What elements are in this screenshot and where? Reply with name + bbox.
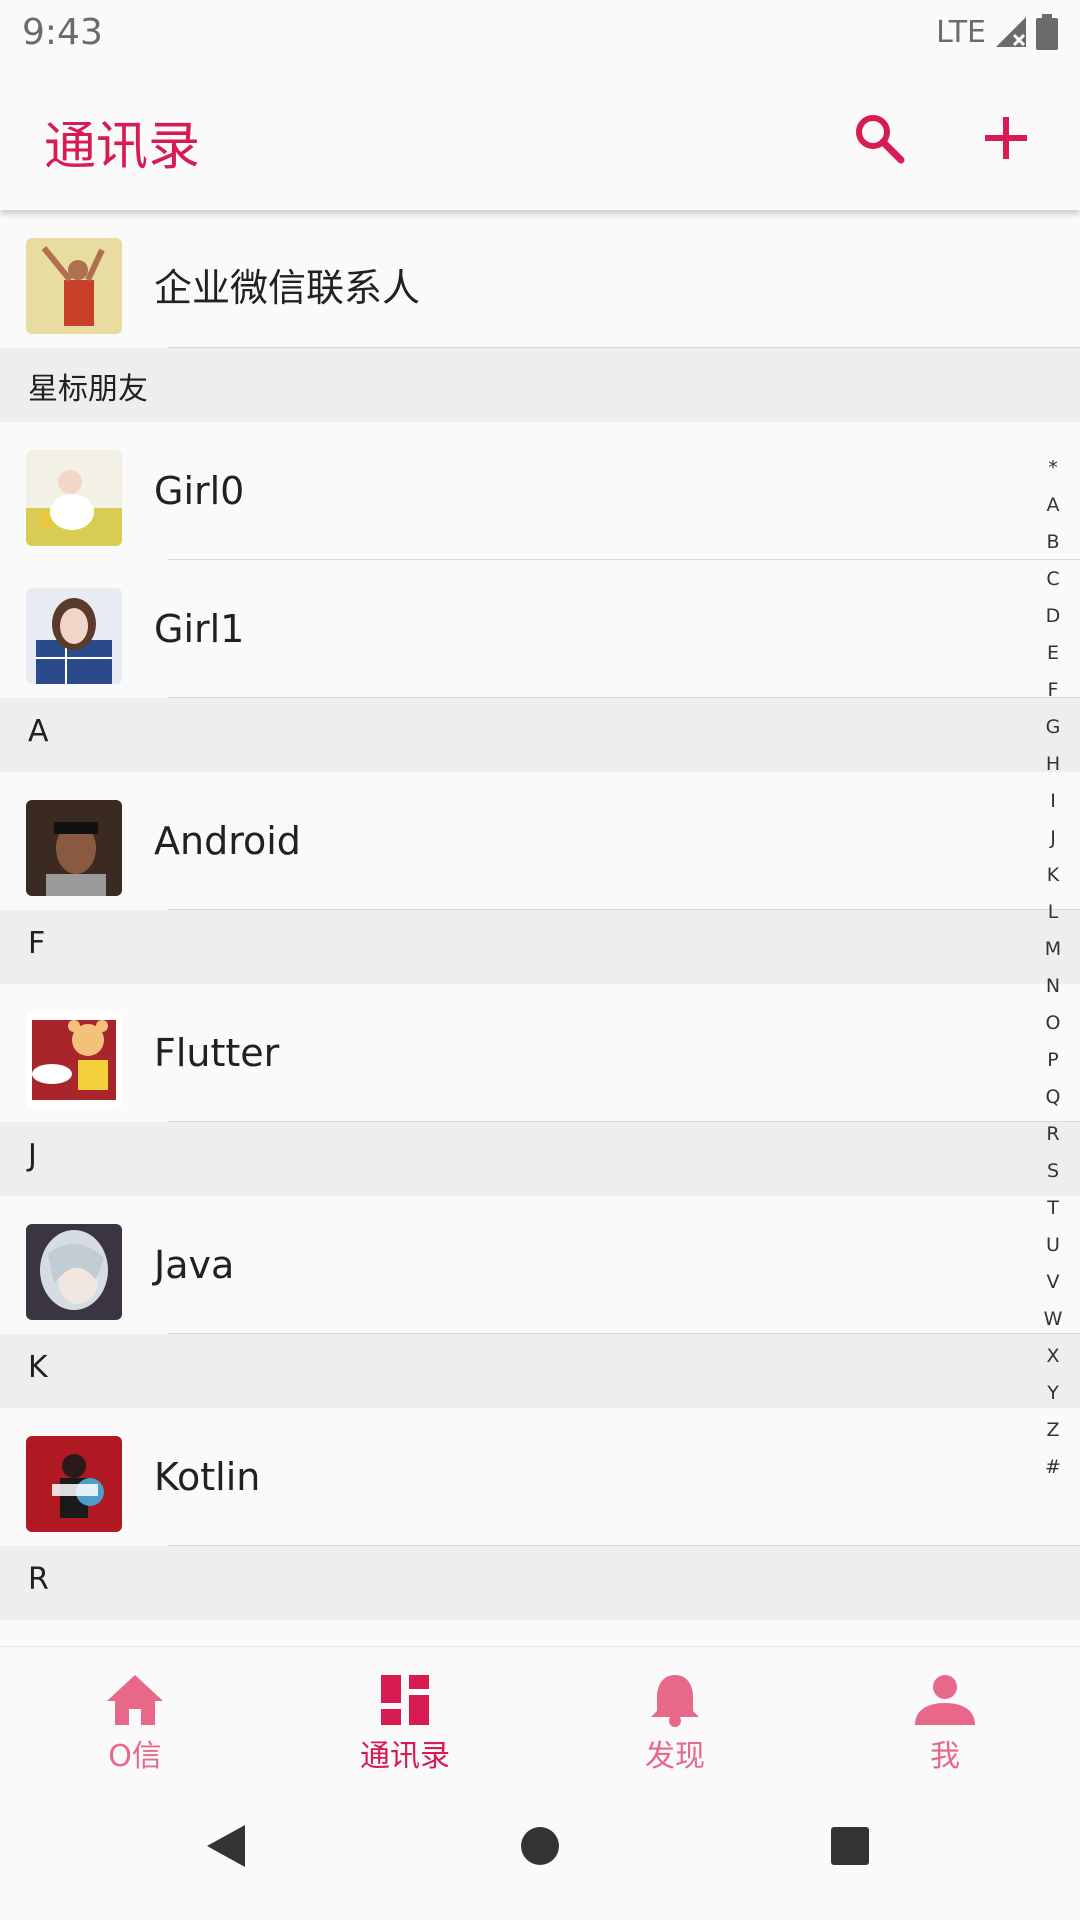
index-letter[interactable]: Y bbox=[1040, 1375, 1066, 1412]
index-letter[interactable]: N bbox=[1040, 968, 1066, 1005]
index-letter[interactable]: R bbox=[1040, 1116, 1066, 1153]
recents-button[interactable] bbox=[814, 1810, 886, 1882]
list-item[interactable]: Kotlin bbox=[0, 1408, 1080, 1546]
contact-name: Android bbox=[154, 819, 301, 863]
index-letter[interactable]: O bbox=[1040, 1005, 1066, 1042]
search-button[interactable] bbox=[843, 102, 915, 174]
index-letter[interactable]: X bbox=[1040, 1338, 1066, 1375]
avatar bbox=[26, 588, 122, 684]
recents-icon bbox=[831, 1827, 869, 1865]
nav-label: 我 bbox=[930, 1739, 960, 1774]
status-indicators: LTE bbox=[936, 12, 1058, 52]
index-letter[interactable]: E bbox=[1040, 635, 1066, 672]
index-letter[interactable]: G bbox=[1040, 709, 1066, 746]
person-icon bbox=[915, 1675, 975, 1725]
search-icon bbox=[856, 115, 905, 164]
section-header-label: F bbox=[28, 926, 46, 961]
section-header: K bbox=[0, 1334, 1080, 1408]
index-letter[interactable]: # bbox=[1040, 1449, 1066, 1486]
home-circle-icon bbox=[521, 1827, 559, 1865]
index-letter[interactable]: S bbox=[1040, 1153, 1066, 1190]
app-bar: 通讯录 bbox=[0, 62, 1080, 210]
add-button[interactable] bbox=[970, 102, 1042, 174]
list-item[interactable]: Girl0 bbox=[0, 422, 1080, 560]
contact-name: Flutter bbox=[154, 1031, 280, 1075]
section-header: F bbox=[0, 910, 1080, 984]
avatar bbox=[26, 1436, 122, 1532]
section-header: J bbox=[0, 1122, 1080, 1196]
section-header-label: J bbox=[28, 1138, 37, 1173]
index-letter[interactable]: B bbox=[1040, 524, 1066, 561]
home-icon bbox=[107, 1675, 163, 1725]
index-letter[interactable]: I bbox=[1040, 783, 1066, 820]
back-icon bbox=[207, 1825, 245, 1867]
index-letter[interactable]: H bbox=[1040, 746, 1066, 783]
section-header-label: R bbox=[28, 1562, 49, 1597]
bell-icon bbox=[651, 1675, 699, 1727]
contact-list[interactable]: 企业微信联系人 星标朋友 Girl0 Girl1 A Android F Flu… bbox=[0, 210, 1080, 1646]
nav-item-discover[interactable]: 发现 bbox=[585, 1647, 765, 1774]
index-letter[interactable]: T bbox=[1040, 1190, 1066, 1227]
avatar bbox=[26, 238, 122, 334]
contact-name: 企业微信联系人 bbox=[154, 266, 421, 310]
section-header-label: K bbox=[28, 1350, 48, 1385]
index-letter[interactable]: * bbox=[1040, 450, 1066, 487]
avatar bbox=[26, 450, 122, 546]
index-letter[interactable]: U bbox=[1040, 1227, 1066, 1264]
status-time: 9:43 bbox=[22, 12, 103, 53]
index-letter[interactable]: W bbox=[1040, 1301, 1066, 1338]
contact-name: Kotlin bbox=[154, 1455, 261, 1499]
index-letter[interactable]: V bbox=[1040, 1264, 1066, 1301]
nav-label: 通讯录 bbox=[360, 1739, 450, 1774]
avatar bbox=[26, 1012, 122, 1108]
section-header: A bbox=[0, 698, 1080, 772]
avatar bbox=[26, 1224, 122, 1320]
index-letter[interactable]: L bbox=[1040, 894, 1066, 931]
index-letter[interactable]: M bbox=[1040, 931, 1066, 968]
nav-label: O信 bbox=[108, 1739, 162, 1774]
contact-name: Girl0 bbox=[154, 469, 245, 513]
section-header: R bbox=[0, 1546, 1080, 1620]
index-letter[interactable]: J bbox=[1040, 820, 1066, 857]
signal-icon bbox=[996, 17, 1026, 47]
contact-name: Girl1 bbox=[154, 607, 245, 651]
back-button[interactable] bbox=[190, 1810, 262, 1882]
system-navigation-bar bbox=[0, 1770, 1080, 1920]
section-header-label: A bbox=[28, 714, 49, 749]
list-item[interactable]: Java bbox=[0, 1196, 1080, 1334]
index-letter[interactable]: P bbox=[1040, 1042, 1066, 1079]
index-letter[interactable]: K bbox=[1040, 857, 1066, 894]
index-letter[interactable]: C bbox=[1040, 561, 1066, 598]
index-letter[interactable]: F bbox=[1040, 672, 1066, 709]
dashboard-icon bbox=[381, 1675, 429, 1725]
page-title: 通讯录 bbox=[44, 117, 201, 177]
list-item[interactable]: Flutter bbox=[0, 984, 1080, 1122]
plus-icon bbox=[985, 117, 1027, 159]
battery-icon bbox=[1036, 14, 1058, 50]
home-button[interactable] bbox=[504, 1810, 576, 1882]
nav-label: 发现 bbox=[645, 1739, 705, 1774]
bottom-navigation: O信 通讯录 发现 我 bbox=[0, 1646, 1080, 1774]
nav-item-messages[interactable]: O信 bbox=[45, 1647, 225, 1774]
network-type: LTE bbox=[936, 14, 986, 50]
index-letter[interactable]: Q bbox=[1040, 1079, 1066, 1116]
section-header-label: 星标朋友 bbox=[28, 372, 148, 407]
index-letter[interactable]: A bbox=[1040, 487, 1066, 524]
index-letter[interactable]: D bbox=[1040, 598, 1066, 635]
index-letter[interactable]: Z bbox=[1040, 1412, 1066, 1449]
avatar bbox=[26, 800, 122, 896]
list-item[interactable]: Android bbox=[0, 772, 1080, 910]
list-item[interactable]: 企业微信联系人 bbox=[0, 210, 1080, 348]
nav-item-me[interactable]: 我 bbox=[855, 1647, 1035, 1774]
contact-name: Java bbox=[154, 1243, 235, 1287]
list-item[interactable]: Girl1 bbox=[0, 560, 1080, 698]
status-bar: 9:43 LTE bbox=[0, 0, 1080, 62]
alphabet-index-bar[interactable]: * A B C D E F G H I J K L M N O P Q R S T U V W X Y Z # bbox=[1040, 450, 1066, 1486]
nav-item-contacts[interactable]: 通讯录 bbox=[315, 1647, 495, 1774]
section-header: 星标朋友 bbox=[0, 348, 1080, 422]
